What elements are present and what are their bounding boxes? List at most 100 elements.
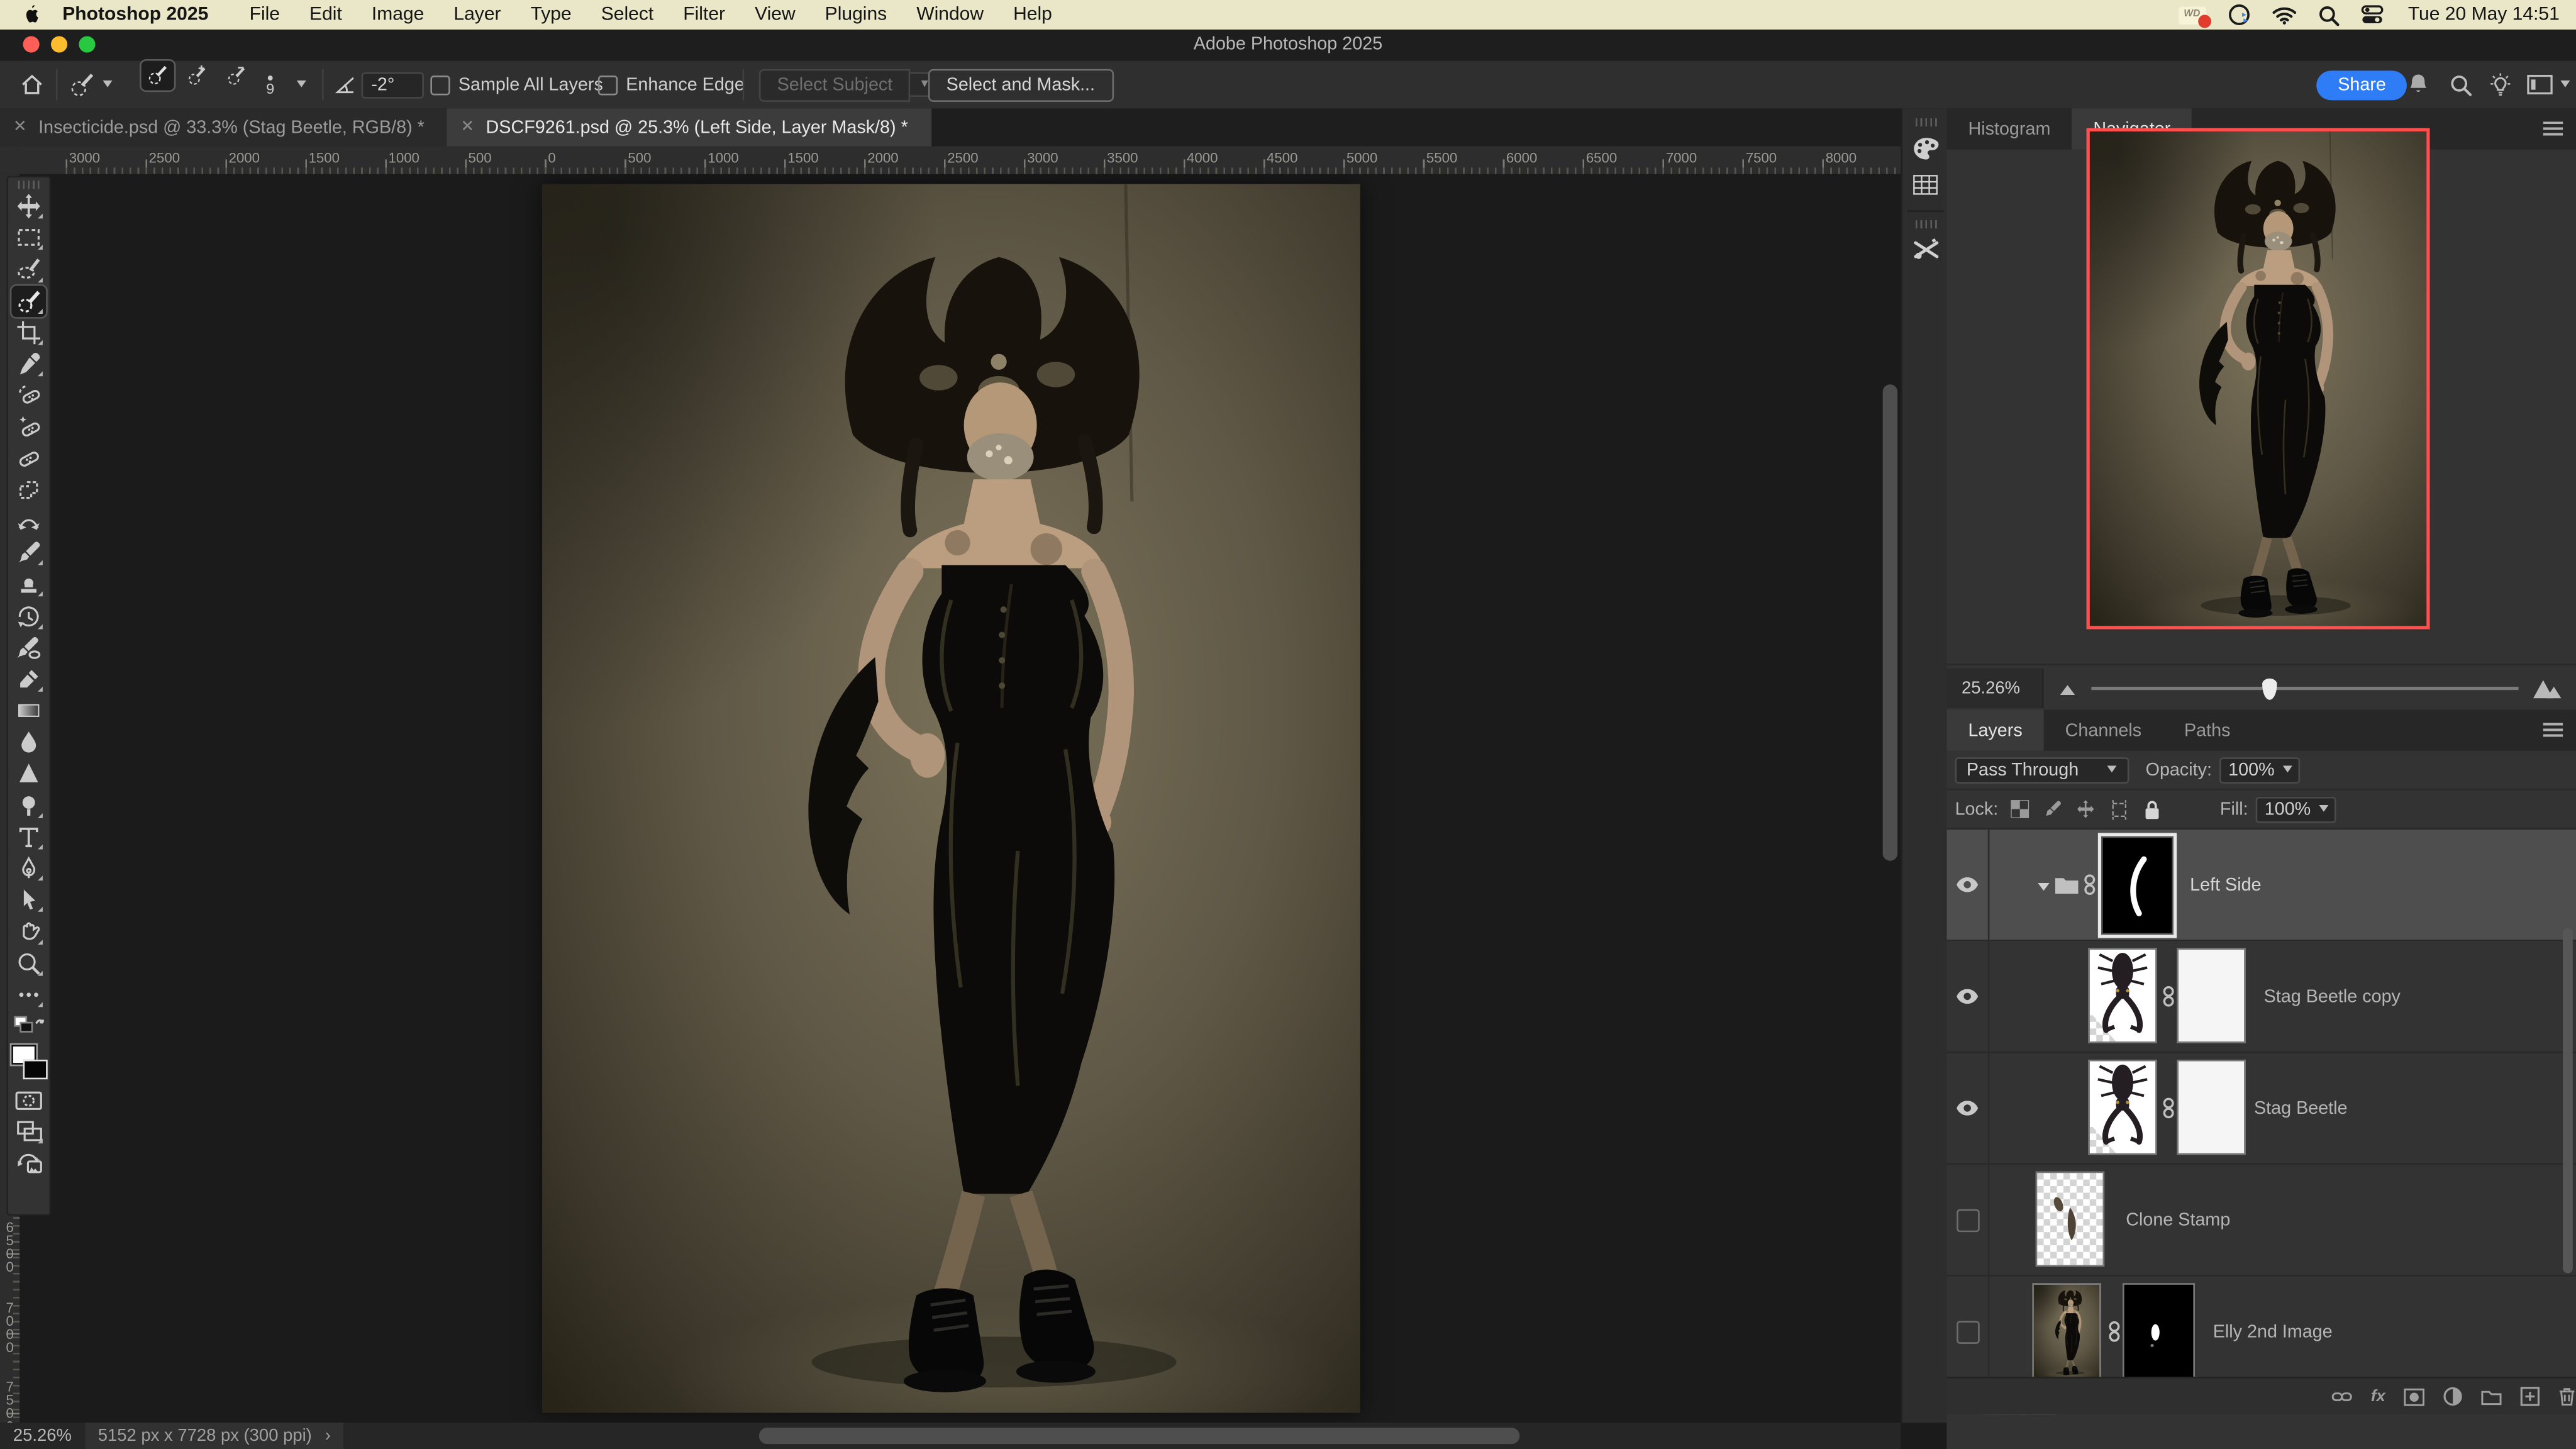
eye-icon[interactable]	[1957, 1101, 1978, 1116]
selection-brush-tool[interactable]	[11, 285, 46, 316]
swatches-panel-icon[interactable]	[1902, 166, 1948, 202]
document-size-readout[interactable]: 5152 px x 7728 px (300 ppi) ›	[85, 1423, 344, 1449]
pen-tool[interactable]	[11, 853, 46, 884]
quick-mask-mode-button[interactable]	[11, 1084, 46, 1116]
lasso-tool[interactable]	[11, 253, 46, 285]
enhance-edge-checkbox[interactable]: Enhance Edge	[598, 61, 745, 109]
document-tab-dscf9261[interactable]: ✕ DSCF9261.psd @ 25.3% (Left Side, Layer…	[447, 108, 931, 146]
tab-paths[interactable]: Paths	[2163, 709, 2251, 750]
lock-transparency-icon[interactable]	[2011, 800, 2029, 818]
app-menu-title[interactable]: Photoshop 2025	[62, 5, 208, 25]
close-tab-icon[interactable]: ✕	[460, 118, 474, 136]
layer-row-left-side[interactable]: ▼ Left Side	[1947, 830, 2576, 941]
healing-brush-tool[interactable]	[11, 443, 46, 474]
navigator-zoom-field[interactable]: 25.26%	[1947, 669, 2044, 708]
menu-item[interactable]: Image	[372, 5, 425, 25]
layer-row-stag-beetle-copy[interactable]: Stag Beetle copy	[1947, 941, 2576, 1053]
sharpen-tool[interactable]	[11, 758, 46, 789]
spot-healing-brush-tool[interactable]	[11, 411, 46, 443]
link-layers-icon[interactable]	[2331, 1388, 2353, 1404]
layer-row-stag-beetle[interactable]: Stag Beetle	[1947, 1053, 2576, 1165]
navigator-zoom-slider[interactable]	[2091, 687, 2518, 690]
content-aware-move-tool[interactable]	[11, 506, 46, 537]
add-mask-icon[interactable]	[2404, 1387, 2425, 1406]
menu-item[interactable]: Window	[916, 5, 984, 25]
layer-mask-thumbnail[interactable]	[2179, 1062, 2244, 1153]
zoom-out-mountain-icon[interactable]	[2057, 680, 2079, 696]
workspace-switcher-icon[interactable]	[2527, 61, 2553, 109]
layers-scrollbar[interactable]	[2563, 928, 2573, 1274]
layer-thumbnail[interactable]	[2034, 1285, 2099, 1377]
remove-tool[interactable]	[11, 380, 46, 411]
search-icon[interactable]	[2450, 61, 2473, 109]
navigator-proxy-preview[interactable]	[2090, 131, 2427, 626]
layer-thumbnail[interactable]	[2090, 950, 2155, 1041]
lock-artboard-icon[interactable]	[2110, 799, 2129, 819]
eye-icon[interactable]	[1957, 989, 1978, 1004]
layer-thumbnail[interactable]	[2037, 1173, 2102, 1265]
history-brush-tool[interactable]	[11, 601, 46, 632]
layer-name[interactable]: Elly 2nd Image	[2213, 1323, 2333, 1342]
zoom-in-mountain-icon[interactable]	[2531, 677, 2563, 700]
menu-item[interactable]: Plugins	[825, 5, 887, 25]
angle-input[interactable]: -2°	[362, 72, 424, 98]
foreground-background-swatches[interactable]	[11, 1045, 46, 1080]
clone-stamp-tool[interactable]	[11, 569, 46, 600]
new-group-icon[interactable]	[2480, 1387, 2502, 1406]
control-center-icon[interactable]	[2360, 5, 2384, 25]
menu-item[interactable]: View	[755, 5, 796, 25]
brush-size-widget[interactable]: 9	[266, 61, 274, 109]
mask-link-icon[interactable]	[2083, 874, 2096, 896]
mask-link-icon[interactable]	[2162, 985, 2175, 1007]
rectangular-marquee-tool[interactable]	[11, 222, 46, 253]
layer-row-elly-2nd-image[interactable]: Elly 2nd Image	[1947, 1277, 2576, 1389]
discover-lightbulb-icon[interactable]	[2489, 61, 2512, 109]
hand-tool[interactable]	[11, 916, 46, 947]
layer-name[interactable]: Stag Beetle	[2254, 1099, 2348, 1119]
lock-all-icon[interactable]	[2145, 799, 2161, 819]
menu-bar-clock[interactable]: Tue 20 May 14:51	[2408, 5, 2560, 25]
lock-pixels-icon[interactable]	[2044, 800, 2062, 818]
horizontal-scrollbar[interactable]	[759, 1428, 1519, 1444]
canvas-area[interactable]	[19, 174, 1901, 1423]
layer-thumbnail[interactable]	[2090, 1062, 2155, 1153]
layer-mask-thumbnail[interactable]	[2101, 836, 2174, 935]
visibility-toggle-empty[interactable]	[1956, 1208, 1979, 1231]
delete-layer-trash-icon[interactable]	[2558, 1387, 2576, 1406]
wifi-icon[interactable]	[2272, 6, 2296, 24]
brush-size-chevron[interactable]: ▼	[296, 61, 307, 109]
eye-icon[interactable]	[1957, 877, 1978, 892]
layer-row-clone-stamp[interactable]: Clone Stamp	[1947, 1165, 2576, 1277]
panel-menu-icon[interactable]	[2543, 121, 2563, 136]
blur-tool[interactable]	[11, 726, 46, 758]
color-panel-icon[interactable]	[1902, 130, 1948, 165]
layer-mask-thumbnail[interactable]	[2179, 950, 2244, 1041]
document-canvas-image[interactable]	[542, 184, 1360, 1413]
dodge-tool[interactable]	[11, 789, 46, 821]
layer-style-fx-icon[interactable]: fx	[2371, 1387, 2385, 1406]
mixer-brush-tool[interactable]	[11, 632, 46, 663]
sample-all-layers-checkbox[interactable]: Sample All Layers	[430, 61, 602, 109]
layer-name[interactable]: Stag Beetle copy	[2264, 987, 2401, 1007]
brush-tool[interactable]	[11, 537, 46, 569]
panel-menu-icon[interactable]	[2543, 723, 2563, 738]
eraser-tool[interactable]	[11, 663, 46, 695]
menu-item[interactable]: Help	[1013, 5, 1052, 25]
layer-name[interactable]: Clone Stamp	[2126, 1211, 2230, 1230]
mask-link-icon[interactable]	[2108, 1321, 2121, 1342]
crop-tool[interactable]	[11, 317, 46, 348]
notifications-bell-icon[interactable]	[2407, 61, 2430, 109]
screen-mode-button[interactable]	[11, 1116, 46, 1147]
new-layer-icon[interactable]	[2520, 1387, 2540, 1406]
edit-toolbar-ellipsis-icon[interactable]	[11, 979, 46, 1010]
select-and-mask-button[interactable]: Select and Mask...	[928, 61, 1113, 109]
select-subject-button[interactable]: Select Subject▼	[759, 61, 940, 109]
home-icon[interactable]	[19, 61, 44, 109]
eyedropper-tool[interactable]	[11, 348, 46, 380]
tab-channels[interactable]: Channels	[2044, 709, 2163, 750]
tab-histogram[interactable]: Histogram	[1947, 108, 2072, 149]
toolbar-grip[interactable]	[18, 180, 40, 189]
zoom-tool[interactable]	[11, 947, 46, 979]
visibility-toggle-empty[interactable]	[1956, 1320, 1979, 1343]
workspace-chevron-icon[interactable]: ▼	[2560, 61, 2571, 109]
